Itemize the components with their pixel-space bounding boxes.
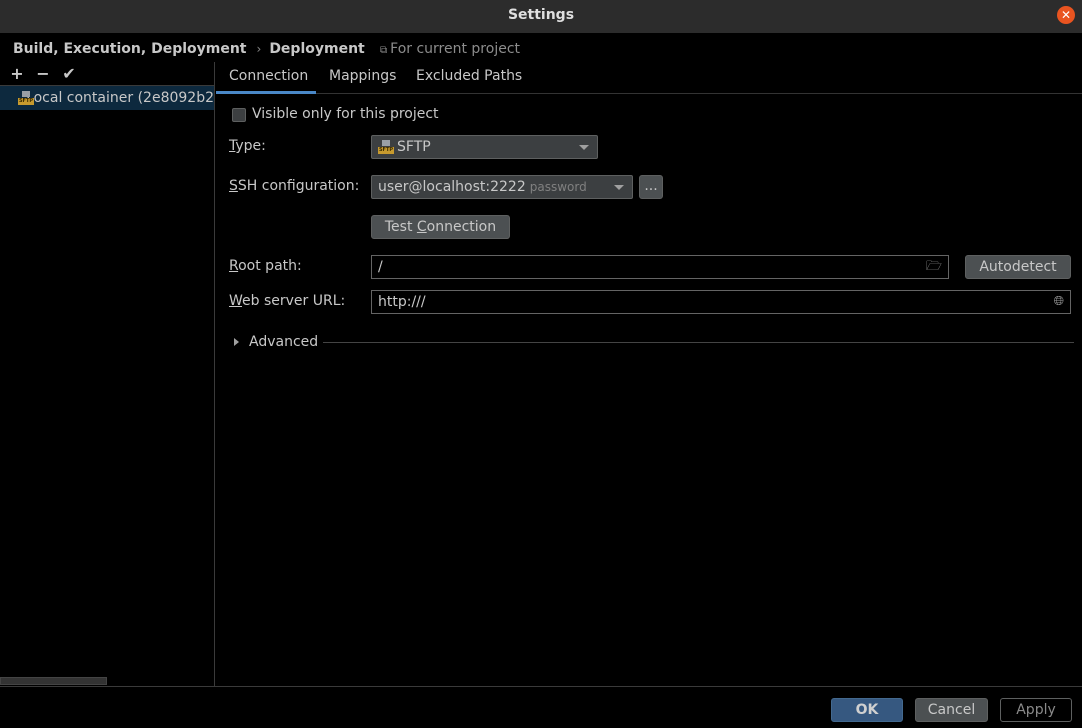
copy-icon: ⧉ <box>380 45 388 56</box>
footer-divider <box>0 686 1082 687</box>
visible-only-checkbox[interactable] <box>232 108 246 122</box>
breadcrumb-parent[interactable]: Build, Execution, Deployment <box>13 41 247 57</box>
test-connection-button[interactable]: Test Connection <box>371 215 510 239</box>
root-path-label: Root path: <box>229 258 302 274</box>
breadcrumb: Build, Execution, Deployment › Deployment <box>13 41 365 57</box>
ssh-auth-hint: password <box>529 180 587 194</box>
globe-icon[interactable]: 🌐︎ <box>1054 291 1064 313</box>
ssh-config-value: user@localhost:2222 <box>378 179 526 195</box>
apply-button[interactable]: Apply <box>1000 698 1072 722</box>
scope-label: For current project <box>390 41 521 57</box>
type-value: SFTP <box>397 139 431 155</box>
web-server-url-label: Web server URL: <box>229 293 346 309</box>
breadcrumb-current: Deployment <box>269 41 365 57</box>
tab-excluded-paths[interactable]: Excluded Paths <box>416 68 522 84</box>
web-server-url-input[interactable]: http:/// 🌐︎ <box>371 290 1071 314</box>
server-list-item[interactable]: SFTP Local container (2e8092b2 <box>0 86 214 110</box>
server-list-pane: + − ✔ SFTP Local container (2e8092b2 <box>0 62 215 686</box>
chevron-down-icon <box>579 145 589 150</box>
ssh-config-browse-button[interactable]: ... <box>639 175 663 199</box>
tab-connection[interactable]: Connection <box>229 68 308 84</box>
type-label: Type: <box>229 138 266 154</box>
type-dropdown[interactable]: SFTP SFTP <box>371 135 598 159</box>
server-list-toolbar: + − ✔ <box>0 62 214 86</box>
chevron-down-icon <box>614 185 624 190</box>
scope-indicator: ⧉ For current project <box>380 41 520 57</box>
add-icon[interactable]: + <box>4 64 30 83</box>
title-bar: Settings ✕ <box>0 0 1082 33</box>
active-tab-indicator <box>216 91 316 94</box>
advanced-label: Advanced <box>249 334 319 350</box>
advanced-divider <box>323 342 1074 343</box>
server-name: Local container (2e8092b2 <box>26 90 214 106</box>
visible-only-label[interactable]: Visible only for this project <box>252 106 439 122</box>
cancel-button[interactable]: Cancel <box>915 698 988 722</box>
root-path-value: / <box>378 259 383 275</box>
tab-mappings[interactable]: Mappings <box>329 68 396 84</box>
ssh-config-label: SSH configuration: <box>229 178 360 194</box>
advanced-section-toggle[interactable]: Advanced <box>234 334 318 350</box>
horizontal-scrollbar[interactable] <box>0 677 107 685</box>
web-server-url-value: http:/// <box>378 294 426 310</box>
check-icon[interactable]: ✔ <box>56 64 82 83</box>
tab-bar: Connection Mappings Excluded Paths <box>216 62 1082 94</box>
remove-icon[interactable]: − <box>30 64 56 83</box>
close-button[interactable]: ✕ <box>1057 6 1075 24</box>
close-icon: ✕ <box>1060 8 1072 22</box>
sftp-icon: SFTP <box>18 91 34 105</box>
ssh-config-dropdown[interactable]: user@localhost:2222 password <box>371 175 633 199</box>
chevron-right-icon <box>234 338 239 346</box>
autodetect-button[interactable]: Autodetect <box>965 255 1071 279</box>
sftp-icon: SFTP <box>378 140 394 154</box>
folder-icon[interactable]: 🗁 <box>926 256 942 278</box>
root-path-input[interactable]: / 🗁 <box>371 255 949 279</box>
breadcrumb-separator: › <box>256 42 262 56</box>
window-title: Settings <box>507 7 575 23</box>
ok-button[interactable]: OK <box>831 698 903 722</box>
